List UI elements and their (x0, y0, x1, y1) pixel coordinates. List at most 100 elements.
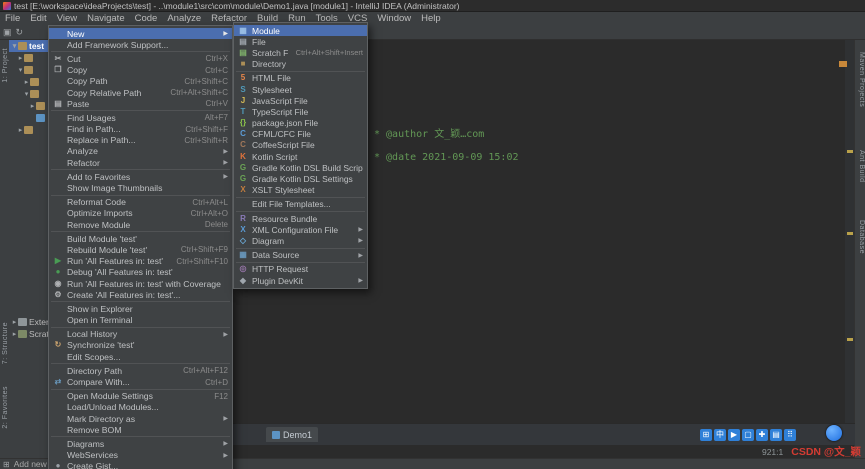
new-submenu-item-coffeescript-file[interactable]: C CoffeeScript File (234, 140, 367, 151)
context-menu-item-paste[interactable]: ▤ Paste Ctrl+V (49, 98, 232, 109)
context-menu-item-open-in-terminal[interactable]: Open in Terminal (49, 315, 232, 326)
context-menu-item-show-in-explorer[interactable]: Show in Explorer (49, 303, 232, 314)
context-menu-item-copy-relative-path[interactable]: Copy Relative Path Ctrl+Alt+Shift+C (49, 87, 232, 98)
new-submenu-item-xml-configuration-file[interactable]: X XML Configuration File ▶ (234, 224, 367, 235)
list-icon[interactable]: ▤ (770, 429, 782, 441)
menu-item-label: Data Source (252, 250, 300, 261)
plus-icon[interactable]: ✚ (756, 429, 768, 441)
menubar-item-window[interactable]: Window (372, 12, 416, 25)
new-submenu-item-edit-file-templates[interactable]: Edit File Templates... (234, 199, 367, 210)
new-submenu-item-stylesheet[interactable]: S Stylesheet (234, 84, 367, 95)
new-submenu-item-plugin-devkit[interactable]: ◆ Plugin DevKit ▶ (234, 275, 367, 286)
tree-row-node[interactable]: ▾ (9, 64, 48, 76)
context-menu-item-remove-bom[interactable]: Remove BOM (49, 424, 232, 435)
context-menu-item-directory-path[interactable]: Directory Path Ctrl+Alt+F12 (49, 365, 232, 376)
context-menu-item-compare-with[interactable]: ⇄ Compare With... Ctrl+D (49, 376, 232, 387)
tool-window-button-structure[interactable]: 7: Structure (0, 322, 9, 364)
context-menu-item-load-unload-modules[interactable]: Load/Unload Modules... (49, 402, 232, 413)
context-menu-item-cut[interactable]: ✂ Cut Ctrl+X (49, 53, 232, 64)
error-stripe-mark[interactable] (847, 150, 853, 153)
context-menu-item-add-framework-support[interactable]: Add Framework Support... (49, 39, 232, 50)
context-menu-item-remove-module[interactable]: Remove Module Delete (49, 219, 232, 230)
new-submenu-item-directory[interactable]: ■ Directory (234, 59, 367, 70)
menubar-item-analyze[interactable]: Analyze (162, 12, 206, 25)
context-menu-item-copy[interactable]: ❐ Copy Ctrl+C (49, 65, 232, 76)
new-submenu-item-typescript-file[interactable]: T TypeScript File (234, 106, 367, 117)
context-menu-item-rebuild-module-test[interactable]: Rebuild Module 'test' Ctrl+Shift+F9 (49, 244, 232, 255)
new-submenu-item-diagram[interactable]: ◇ Diagram ▶ (234, 235, 367, 246)
new-submenu-item-data-source[interactable]: ▦ Data Source ▶ (234, 250, 367, 261)
grid-icon[interactable]: ⊞ (700, 429, 712, 441)
menubar-item-edit[interactable]: Edit (25, 12, 51, 25)
tree-row-node[interactable] (9, 112, 48, 124)
tree-row-node[interactable]: ▸ (9, 52, 48, 64)
context-menu-item-create-all-features-in-test[interactable]: ⚙ Create 'All Features in: test'... (49, 289, 232, 300)
context-menu-item-copy-path[interactable]: Copy Path Ctrl+Shift+C (49, 76, 232, 87)
qr-code-icon[interactable]: ⠿ (784, 429, 796, 441)
new-submenu-item-scratch-file[interactable]: ▤ Scratch File Ctrl+Alt+Shift+Insert (234, 47, 367, 58)
error-stripe-mark[interactable] (847, 338, 853, 341)
tool-window-button-maven[interactable]: Maven Projects (856, 52, 865, 107)
context-menu-item-find-usages[interactable]: Find Usages Alt+F7 (49, 112, 232, 123)
context-menu-item-debug-all-features-in-test[interactable]: ● Debug 'All Features in: test' (49, 267, 232, 278)
context-menu-item-analyze[interactable]: Analyze ▶ (49, 146, 232, 157)
tool-window-button-project[interactable]: 1: Project (0, 48, 9, 83)
new-submenu-item-javascript-file[interactable]: J JavaScript File (234, 95, 367, 106)
menubar-item-navigate[interactable]: Navigate (82, 12, 130, 25)
screen-icon[interactable]: ▢ (742, 429, 754, 441)
context-menu-item-refactor[interactable]: Refactor ▶ (49, 157, 232, 168)
new-submenu-item-package-json-file[interactable]: {} package.json File (234, 118, 367, 129)
error-stripe-mark[interactable] (847, 232, 853, 235)
resource-bundle-icon: R (240, 213, 246, 223)
menubar-item-help[interactable]: Help (416, 12, 446, 25)
new-submenu-item-html-file[interactable]: 5 HTML File (234, 73, 367, 84)
tree-row-test[interactable]: ▾ test (9, 40, 48, 52)
tree-row-node[interactable]: ▸ (9, 76, 48, 88)
context-menu-item-optimize-imports[interactable]: Optimize Imports Ctrl+Alt+O (49, 208, 232, 219)
context-menu-item-add-to-favorites[interactable]: Add to Favorites ▶ (49, 171, 232, 182)
tree-row-external-libraries[interactable]: ▸ External Libraries (9, 316, 48, 328)
new-submenu-item-gradle-kotlin-dsl-build-script[interactable]: G Gradle Kotlin DSL Build Script (234, 162, 367, 173)
new-submenu-item-kotlin-script[interactable]: K Kotlin Script (234, 151, 367, 162)
context-menu-item-create-gist[interactable]: ● Create Gist... (49, 461, 232, 469)
tool-window-button-favorites[interactable]: 2: Favorites (0, 386, 9, 429)
tree-row-node[interactable]: ▸ (9, 124, 48, 136)
new-submenu-item-cfml-cfc-file[interactable]: C CFML/CFC File (234, 129, 367, 140)
new-submenu-item-xslt-stylesheet[interactable]: X XSLT Stylesheet (234, 185, 367, 196)
synchronize-toolbar-icon[interactable]: ↻ (16, 26, 24, 39)
new-submenu-item-module[interactable]: ▦ Module (234, 25, 367, 37)
new-submenu-item-http-request[interactable]: ◎ HTTP Request (234, 264, 367, 275)
context-menu-item-local-history[interactable]: Local History ▶ (49, 329, 232, 340)
new-submenu-item-gradle-kotlin-dsl-settings[interactable]: G Gradle Kotlin DSL Settings (234, 173, 367, 184)
context-menu-item-reformat-code[interactable]: Reformat Code Ctrl+Alt+L (49, 197, 232, 208)
context-menu-item-find-in-path[interactable]: Find in Path... Ctrl+Shift+F (49, 124, 232, 135)
context-menu-item-new[interactable]: New ▶ (49, 28, 232, 40)
context-menu-item-mark-directory-as[interactable]: Mark Directory as ▶ (49, 413, 232, 424)
context-menu-item-show-image-thumbnails[interactable]: Show Image Thumbnails (49, 182, 232, 193)
context-menu-item-build-module-test[interactable]: Build Module 'test' (49, 233, 232, 244)
tool-window-button-database[interactable]: Database (856, 220, 865, 254)
editor-tab-demo1[interactable]: Demo1 (266, 427, 319, 442)
context-menu-item-run-all-features-in-test-with-coverage[interactable]: ◉ Run 'All Features in: test' with Covera… (49, 278, 232, 289)
new-submenu-item-file[interactable]: ▤ File (234, 36, 367, 47)
tree-row-node[interactable]: ▸ (9, 100, 48, 112)
context-menu-item-diagrams[interactable]: Diagrams ▶ (49, 438, 232, 449)
context-menu-item-webservices[interactable]: WebServices ▶ (49, 450, 232, 461)
play-icon[interactable]: ▶ (728, 429, 740, 441)
tool-window-button-ant[interactable]: Ant Build (856, 150, 865, 183)
context-menu-item-replace-in-path[interactable]: Replace in Path... Ctrl+Shift+R (49, 135, 232, 146)
menubar-item-file[interactable]: File (0, 12, 25, 25)
translate-icon[interactable]: 中 (714, 429, 726, 441)
context-menu-item-run-all-features-in-test[interactable]: ▶ Run 'All Features in: test' Ctrl+Shift+F… (49, 256, 232, 267)
menubar-item-view[interactable]: View (52, 12, 82, 25)
menubar-item-code[interactable]: Code (130, 12, 163, 25)
new-submenu-item-resource-bundle[interactable]: R Resource Bundle (234, 213, 367, 224)
context-menu-item-open-module-settings[interactable]: Open Module Settings F12 (49, 391, 232, 402)
context-menu-item-edit-scopes[interactable]: Edit Scopes... (49, 351, 232, 362)
tool-window-switcher-icon[interactable]: ⊞ (3, 460, 10, 469)
tree-row-scratches-and-consoles[interactable]: ▸ Scratches and Consoles (9, 328, 48, 340)
user-avatar-icon[interactable] (826, 425, 842, 441)
context-menu-item-synchronize-test[interactable]: ↻ Synchronize 'test' (49, 340, 232, 351)
save-all-icon[interactable]: ▣ (3, 26, 12, 39)
tree-row-node[interactable]: ▾ (9, 88, 48, 100)
